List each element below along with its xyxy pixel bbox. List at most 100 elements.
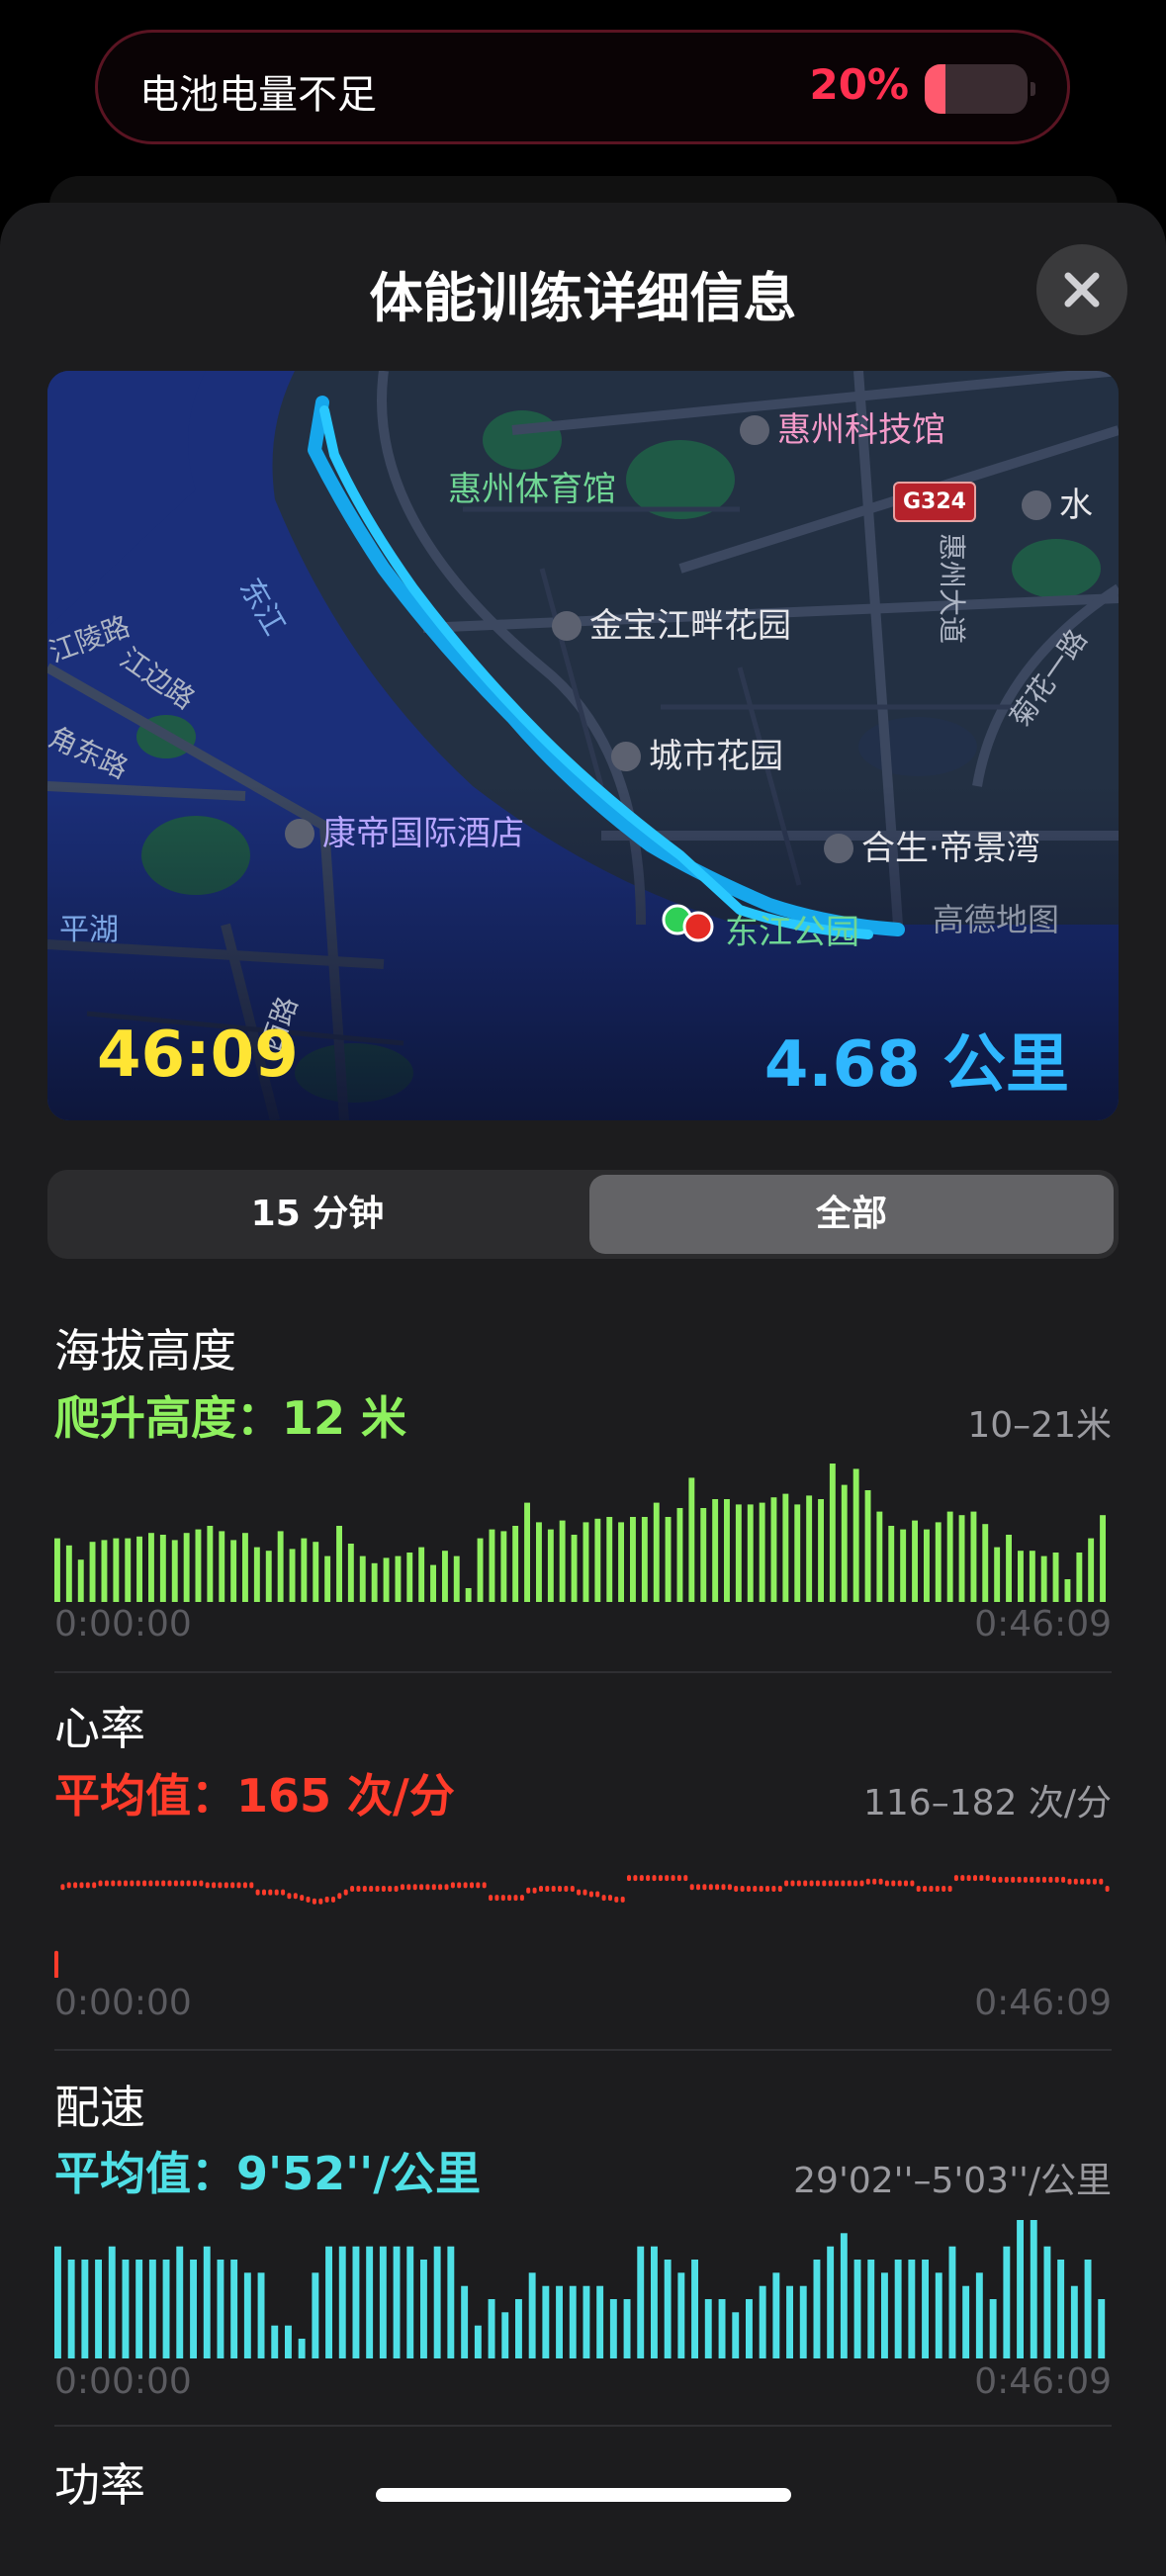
heart-rate-point [337, 1893, 342, 1900]
pace-bar [772, 2272, 780, 2358]
altitude-bar [924, 1529, 930, 1602]
pace-bar [556, 2285, 563, 2358]
heart-rate-point [796, 1880, 801, 1887]
altitude-bar [536, 1522, 542, 1602]
heart-rate-point [173, 1880, 178, 1887]
pace-bar [962, 2285, 970, 2358]
altitude-bar [253, 1547, 260, 1602]
heart-rate-point [777, 1886, 782, 1892]
altitude-bar [54, 1538, 60, 1602]
heart-rate-point [1030, 1876, 1034, 1883]
heart-rate-point [973, 1875, 977, 1882]
heart-rate-range: 116–182 次/分 [863, 1783, 1112, 1823]
heart-rate-average: 平均值：165 次/分 [54, 1769, 455, 1822]
altitude-bar [735, 1504, 742, 1602]
heart-rate-point [815, 1880, 820, 1887]
pace-bar [515, 2299, 522, 2358]
altitude-bar [442, 1551, 448, 1602]
heart-rate-point [124, 1880, 128, 1887]
altitude-bar [465, 1588, 472, 1602]
pace-bar [881, 2272, 888, 2358]
battery-icon [925, 64, 1035, 114]
altitude-bar [183, 1533, 190, 1602]
altitude-bar [1040, 1555, 1047, 1602]
altitude-bar [583, 1522, 589, 1602]
time-range-segmented-control: 15 分钟 全部 [47, 1170, 1119, 1259]
heart-rate-point [702, 1884, 707, 1891]
heart-rate-point [601, 1895, 606, 1902]
pace-bar [867, 2260, 875, 2358]
heart-rate-point [350, 1886, 355, 1892]
heart-rate-point [199, 1880, 204, 1887]
altitude-range: 10–21米 [967, 1405, 1112, 1446]
heart-rate-point [620, 1896, 625, 1903]
heart-rate-point [287, 1893, 292, 1900]
pace-bar [298, 2339, 306, 2358]
heart-rate-point [1054, 1876, 1059, 1883]
pace-bar [596, 2285, 604, 2358]
altitude-bar [676, 1508, 683, 1602]
heart-rate-point [324, 1896, 329, 1903]
altitude-bar [806, 1495, 813, 1602]
altitude-climb: 爬升高度：12 米 [54, 1391, 407, 1445]
heart-rate-point [790, 1880, 795, 1887]
pace-bar [786, 2285, 793, 2358]
heart-rate-point [519, 1895, 524, 1902]
pace-bar [257, 2272, 265, 2358]
pace-bar [623, 2299, 631, 2358]
low-battery-banner[interactable]: 电池电量不足 20% [95, 30, 1070, 144]
altitude-bar [1018, 1551, 1024, 1602]
altitude-bar [265, 1551, 272, 1602]
heart-rate-point [771, 1886, 776, 1892]
close-button[interactable] [1036, 244, 1127, 335]
close-icon [1064, 272, 1100, 308]
altitude-bar [688, 1477, 695, 1602]
pace-bar [54, 2246, 61, 2358]
route-map[interactable]: 惠州科技馆 惠州体育馆 G324 水 金宝江畔花园 城市花园 合生·帝景湾 康帝… [47, 371, 1119, 1120]
altitude-bar [418, 1547, 425, 1602]
home-indicator[interactable] [376, 2488, 791, 2502]
pace-bar [95, 2260, 102, 2358]
altitude-bar [371, 1562, 378, 1602]
pace-bar [325, 2246, 332, 2358]
segment-all[interactable]: 全部 [589, 1175, 1114, 1254]
altitude-bar [935, 1522, 942, 1602]
map-label-park: 东江公园 [725, 913, 859, 952]
workout-distance: 4.68 公里 [763, 1028, 1069, 1102]
pace-bar [664, 2260, 672, 2358]
sheet-title: 体能训练详细信息 [369, 267, 797, 329]
pace-bar [420, 2260, 427, 2358]
map-label-city-garden: 城市花园 [611, 729, 783, 777]
heart-rate-point [142, 1880, 147, 1887]
altitude-bar [559, 1520, 566, 1602]
pace-bar [1043, 2246, 1051, 2358]
power-title: 功率 [54, 2458, 145, 2512]
heart-rate-point [73, 1882, 78, 1889]
heart-rate-point [608, 1895, 612, 1902]
pace-bar [217, 2260, 224, 2358]
pace-bar [271, 2325, 279, 2358]
altitude-bar [1100, 1515, 1106, 1602]
heart-rate-point [891, 1880, 896, 1887]
map-label-shield: G324 [893, 482, 976, 522]
map-label-hesheng: 合生·帝景湾 [824, 821, 1040, 869]
segment-15-minutes[interactable]: 15 分钟 [52, 1175, 583, 1254]
heart-rate-title: 心率 [54, 1702, 145, 1755]
heart-rate-point [262, 1889, 266, 1896]
heart-rate-point [1080, 1878, 1085, 1885]
heart-rate-point [111, 1880, 116, 1887]
pace-bar [488, 2299, 495, 2358]
pace-bar [135, 2260, 143, 2358]
heart-rate-point [734, 1886, 739, 1892]
pace-bar [203, 2246, 211, 2358]
altitude-bar [852, 1468, 859, 1602]
heart-rate-point [438, 1884, 443, 1891]
heart-rate-point [1073, 1878, 1078, 1885]
heart-rate-point [979, 1875, 984, 1882]
heart-rate-point [545, 1886, 550, 1892]
pace-bar [691, 2260, 698, 2358]
altitude-bar [958, 1515, 965, 1602]
heart-rate-point [539, 1886, 543, 1892]
heart-rate-point [935, 1886, 940, 1892]
altitude-bar [195, 1529, 202, 1602]
